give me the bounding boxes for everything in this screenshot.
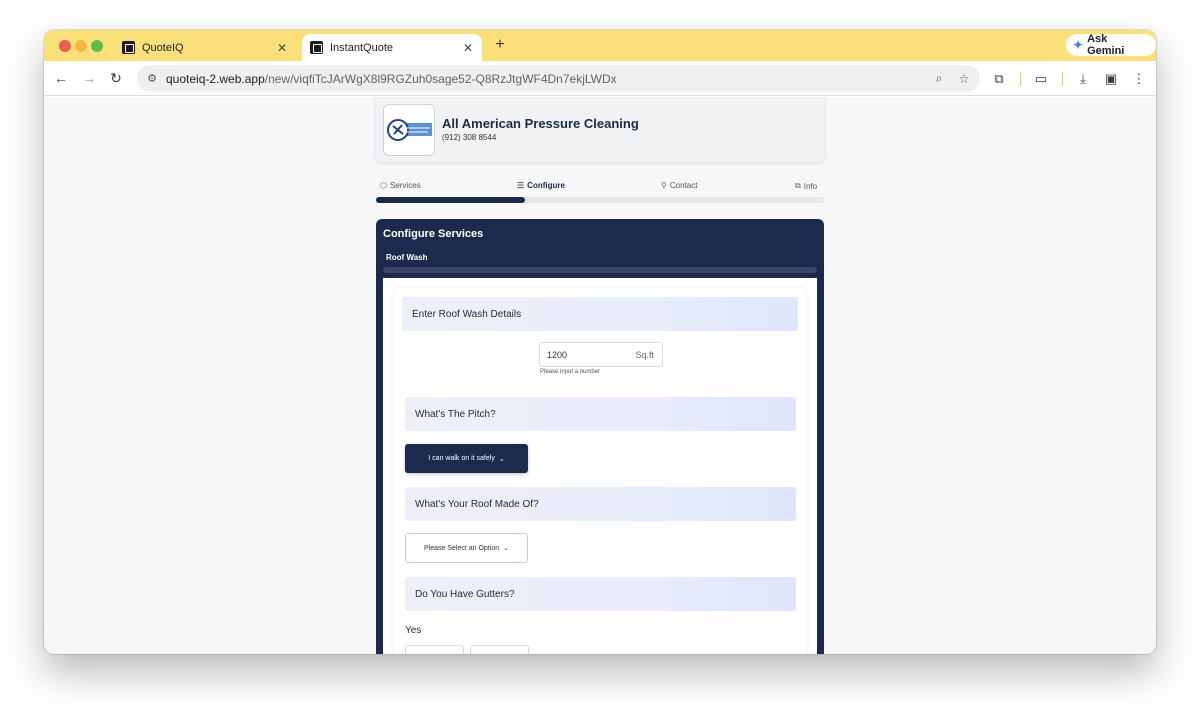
ask-gemini-button[interactable]: ✦ Ask Gemini — [1066, 33, 1156, 57]
close-tab-icon[interactable]: ✕ — [274, 41, 290, 55]
step-navigation: ⬡ Services ☰ Configure ⚲ Contact ⧉ Info — [376, 181, 824, 195]
chevron-down-icon: ⌄ — [498, 455, 505, 463]
address-bar[interactable]: ⚙ quoteiq-2.web.app/new/viqfiTcJArWgX8l9… — [137, 65, 980, 92]
step-services[interactable]: ⬡ Services — [380, 181, 421, 190]
reload-icon[interactable]: ↻ — [107, 69, 125, 87]
star-icon[interactable]: ☆ — [955, 72, 973, 86]
url-text[interactable]: quoteiq-2.web.app/new/viqfiTcJArWgX8l9RG… — [166, 72, 930, 86]
step-contact[interactable]: ⚲ Contact — [661, 181, 697, 190]
gutters-question: Do You Have Gutters? — [405, 577, 796, 611]
roof-wash-card: Enter Roof Wash Details 1200 Sq.ft Pleas… — [393, 288, 807, 654]
zoom-icon[interactable]: ⌕ — [930, 71, 948, 86]
minimize-window-button[interactable] — [75, 40, 87, 52]
copy-icon: ⧉ — [795, 181, 801, 190]
kebab-menu-icon[interactable]: ⋮ — [1130, 70, 1148, 88]
new-tab-button[interactable]: + — [490, 36, 510, 54]
material-question: What's Your Roof Made Of? — [405, 487, 796, 521]
person-icon: ⚲ — [661, 181, 667, 190]
download-icon[interactable]: ⤓ — [1074, 70, 1092, 88]
material-dropdown[interactable]: Please Select an Option ⌄ — [405, 533, 528, 563]
gutters-answer: Yes — [405, 625, 422, 636]
step-label: Services — [389, 181, 421, 190]
toolbar-divider — [1062, 72, 1063, 86]
quoteiq-favicon-icon — [122, 41, 135, 54]
company-header: All American Pressure Cleaning (912) 308… — [376, 97, 824, 162]
maximize-window-button[interactable] — [91, 40, 103, 52]
pitch-dropdown[interactable]: I can walk on it safely ⌄ — [405, 444, 528, 473]
pitch-question: What's The Pitch? — [405, 397, 796, 431]
company-name: All American Pressure Cleaning — [442, 116, 639, 131]
close-tab-icon[interactable]: ✕ — [460, 41, 476, 55]
step-info[interactable]: ⧉ Info — [795, 181, 817, 191]
step-progress-fill — [376, 197, 526, 203]
sqft-value[interactable]: 1200 — [540, 350, 635, 360]
company-logo — [383, 104, 435, 156]
step-progress-bar — [376, 197, 824, 203]
ask-gemini-label: Ask Gemini — [1087, 33, 1125, 57]
extension-favicon-icon[interactable]: ▣ — [1102, 70, 1120, 88]
step-label: Configure — [527, 181, 565, 190]
gemini-sparkle-icon: ✦ — [1073, 38, 1084, 52]
back-arrow-icon[interactable]: ← — [52, 69, 70, 87]
service-name: Roof Wash — [386, 253, 428, 262]
pitch-selected-value: I can walk on it safely — [428, 455, 495, 462]
service-progress-bar — [383, 267, 817, 273]
sqft-unit: Sq.ft — [635, 349, 654, 360]
step-label: Contact — [669, 181, 698, 190]
forward-arrow-icon[interactable]: → — [80, 69, 98, 87]
configure-services-panel: Configure Services Roof Wash Enter Roof … — [376, 219, 824, 654]
step-configure[interactable]: ☰ Configure — [517, 181, 565, 190]
sqft-hint: Please input a number — [540, 369, 601, 375]
sliders-icon: ☰ — [517, 181, 525, 190]
tab-instantquote[interactable]: InstantQuote ✕ — [302, 34, 482, 61]
configure-title: Configure Services — [383, 228, 484, 240]
service-form-area: Enter Roof Wash Details 1200 Sq.ft Pleas… — [383, 278, 817, 654]
chevron-down-icon: ⌄ — [503, 545, 509, 552]
tab-quoteiq[interactable]: QuoteIQ ✕ — [114, 34, 296, 61]
close-window-button[interactable] — [59, 40, 71, 52]
material-placeholder: Please Select an Option — [424, 544, 500, 552]
site-settings-icon[interactable]: ⚙ — [145, 72, 159, 86]
gutter-option-button[interactable]: No — [405, 645, 464, 654]
browser-window: QuoteIQ ✕ InstantQuote ✕ + ✦ Ask Gemini … — [44, 30, 1156, 654]
gutter-option-button[interactable]: No — [470, 645, 529, 654]
browser-toolbar: ← → ↻ ⚙ quoteiq-2.web.app/new/viqfiTcJAr… — [44, 61, 1156, 96]
tab-strip: QuoteIQ ✕ InstantQuote ✕ + ✦ Ask Gemini — [44, 30, 1156, 61]
company-phone: (912) 308 8544 — [442, 133, 497, 142]
sqft-input[interactable]: 1200 Sq.ft — [539, 342, 663, 367]
quoteiq-favicon-icon — [310, 41, 323, 54]
media-search-icon[interactable]: ▭ — [1032, 70, 1050, 88]
puzzle-icon[interactable]: ⧉ — [990, 70, 1008, 88]
toolbar-divider — [1020, 72, 1021, 86]
box-icon: ⬡ — [380, 181, 387, 190]
page-content: All American Pressure Cleaning (912) 308… — [44, 97, 1156, 654]
step-label: Info — [803, 181, 818, 191]
details-heading: Enter Roof Wash Details — [402, 297, 798, 331]
tab-title: QuoteIQ — [142, 41, 184, 54]
tab-title: InstantQuote — [330, 41, 393, 54]
